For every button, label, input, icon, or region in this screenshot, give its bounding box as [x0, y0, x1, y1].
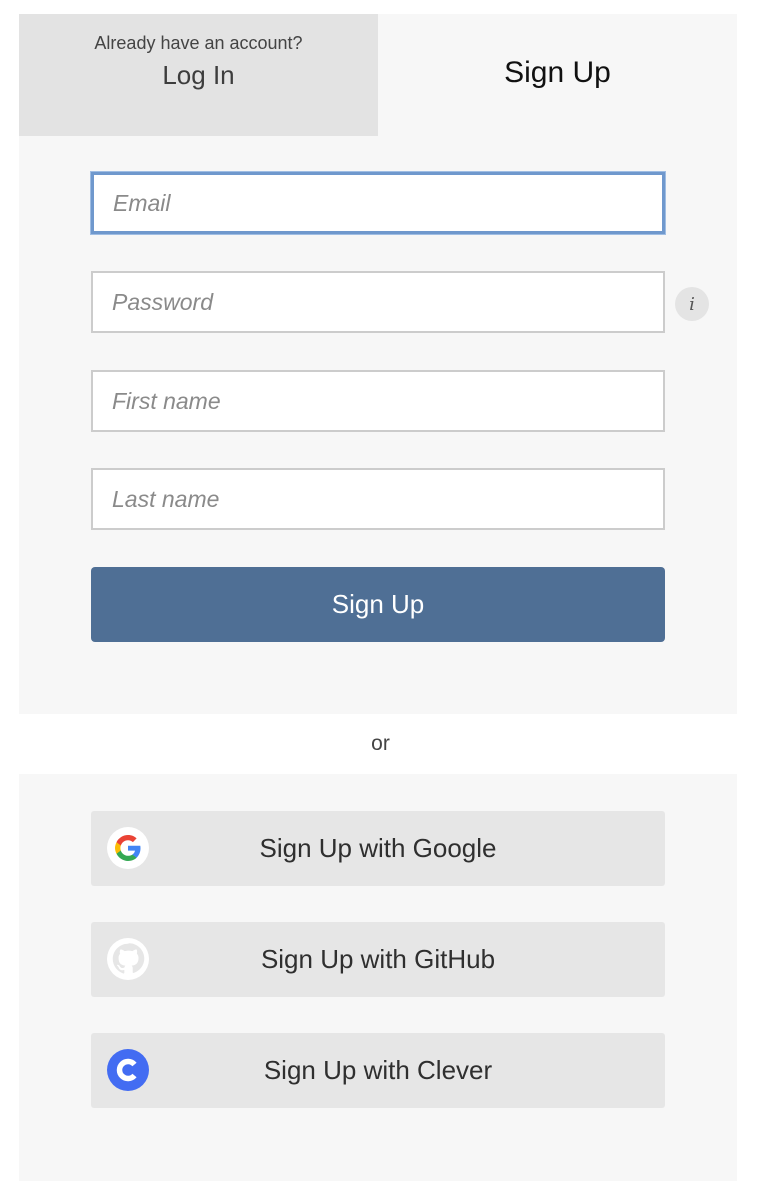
- or-divider: or: [371, 732, 390, 755]
- auth-tabs: Already have an account? Log In Sign Up: [19, 14, 737, 136]
- signup-form: i Sign Up: [19, 136, 737, 714]
- email-field[interactable]: [91, 172, 665, 234]
- first-name-field[interactable]: [91, 370, 665, 432]
- github-icon: [107, 938, 149, 980]
- login-tab-label[interactable]: Log In: [162, 60, 234, 91]
- google-signup-button[interactable]: Sign Up with Google: [91, 811, 665, 886]
- info-icon-glyph: i: [689, 293, 695, 315]
- google-signup-label: Sign Up with Google: [259, 833, 497, 863]
- login-hint: Already have an account?: [94, 33, 303, 53]
- github-signup-button[interactable]: Sign Up with GitHub: [91, 922, 665, 997]
- last-name-field[interactable]: [91, 468, 665, 530]
- info-icon[interactable]: i: [675, 287, 709, 321]
- google-icon: [107, 827, 149, 869]
- sign-up-button[interactable]: Sign Up: [91, 567, 665, 642]
- clever-signup-label: Sign Up with Clever: [263, 1055, 493, 1085]
- social-signup-panel: Sign Up with Google Sign Up with GitHub …: [19, 774, 737, 1181]
- tab-login[interactable]: Already have an account? Log In: [19, 14, 378, 136]
- password-field[interactable]: [91, 271, 665, 333]
- clever-signup-button[interactable]: Sign Up with Clever: [91, 1033, 665, 1108]
- github-signup-label: Sign Up with GitHub: [260, 944, 496, 974]
- clever-icon: [107, 1049, 149, 1091]
- tab-signup[interactable]: Sign Up: [378, 14, 737, 136]
